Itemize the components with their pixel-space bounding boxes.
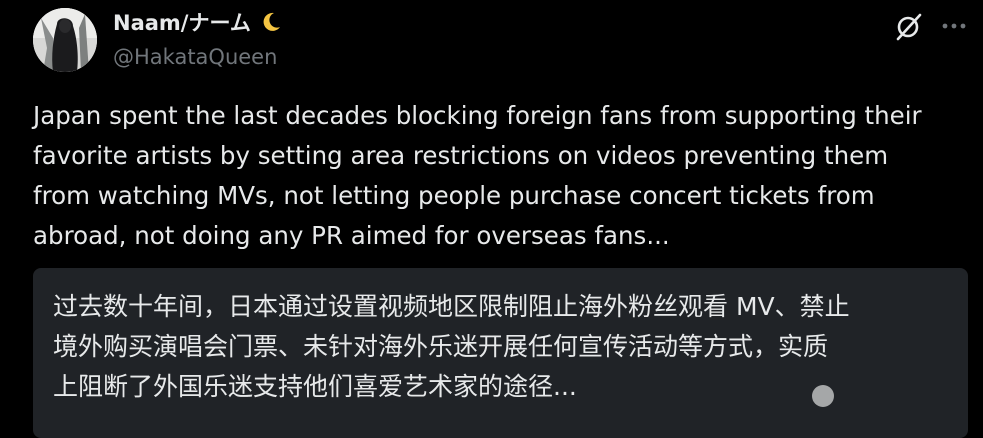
tweet-text-line: abroad, not doing any PR aimed for overs… bbox=[33, 221, 670, 250]
translation-line: 过去数十年间，日本通过设置视频地区限制阻止海外粉丝观看 MV、禁止 bbox=[53, 292, 850, 321]
user-handle[interactable]: @HakataQueen bbox=[113, 44, 277, 70]
display-name[interactable]: Naam/ナーム bbox=[113, 10, 282, 39]
display-name-text: Naam/ナーム bbox=[113, 11, 251, 35]
tweet-text-line: Japan spent the last decades blocking fo… bbox=[33, 101, 922, 130]
watermark bbox=[808, 384, 834, 408]
tweet-text-line: from watching MVs, not letting people pu… bbox=[33, 181, 875, 210]
crescent-moon-icon bbox=[260, 11, 282, 39]
translation-line: 上阻断了外国乐迷支持他们喜爱艺术家的途径... bbox=[53, 372, 577, 401]
tweet-text: Japan spent the last decades blocking fo… bbox=[33, 96, 968, 256]
watermark-logo bbox=[812, 385, 834, 407]
tweet-text-line: favorite artists by setting area restric… bbox=[33, 141, 889, 170]
translation-text: 过去数十年间，日本通过设置视频地区限制阻止海外粉丝观看 MV、禁止 境外购买演唱… bbox=[53, 287, 850, 407]
avatar[interactable] bbox=[33, 8, 97, 72]
translation-line: 境外购买演唱会门票、未针对海外乐迷开展任何宣传活动等方式，实质 bbox=[53, 332, 829, 361]
avatar-image bbox=[33, 8, 97, 72]
grok-icon[interactable] bbox=[893, 10, 925, 42]
more-options-icon[interactable] bbox=[938, 10, 970, 42]
translation-box: 过去数十年间，日本通过设置视频地区限制阻止海外粉丝观看 MV、禁止 境外购买演唱… bbox=[33, 268, 968, 438]
